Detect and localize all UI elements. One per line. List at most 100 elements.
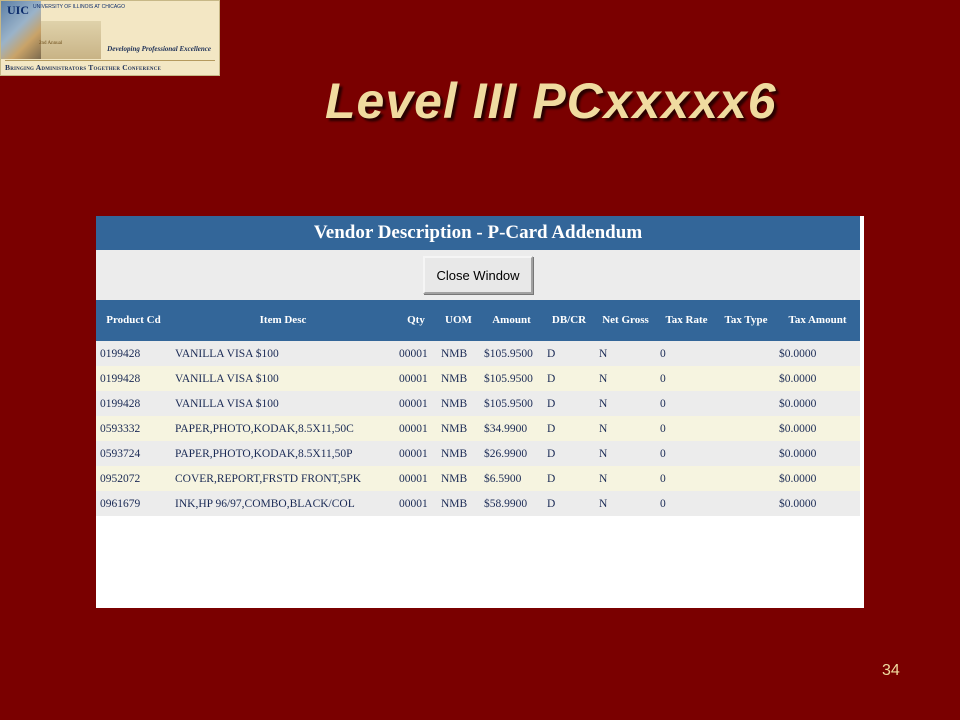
column-header: Tax Amount xyxy=(775,300,860,341)
table-cell: 0593332 xyxy=(100,422,141,435)
table-cell: 0 xyxy=(660,422,666,435)
table-cell: 0199428 xyxy=(100,397,141,410)
table-cell: $0.0000 xyxy=(779,472,817,485)
table-row: 0961679 INK,HP 96/97,COMBO,BLACK/COL 00001… xyxy=(96,491,860,516)
page-number: 34 xyxy=(882,662,900,679)
table-cell: N xyxy=(599,397,608,410)
logo-photo-overlay xyxy=(41,21,101,59)
table-cell: $105.9500 xyxy=(484,372,533,385)
table-cell: 00001 xyxy=(399,497,428,510)
column-header: Item Desc xyxy=(171,300,395,341)
table-cell: 0961679 xyxy=(100,497,141,510)
table-cell: $58.9900 xyxy=(484,497,528,510)
table-row: 0593332 PAPER,PHOTO,KODAK,8.5X11,50C 00001… xyxy=(96,416,860,441)
window-title: Vendor Description - P-Card Addendum xyxy=(96,216,860,250)
table-cell: 00001 xyxy=(399,472,428,485)
table-cell: N xyxy=(599,472,608,485)
table-cell: $6.5900 xyxy=(484,472,522,485)
table-cell: $105.9500 xyxy=(484,397,533,410)
table-cell xyxy=(717,491,775,516)
table-cell: 0 xyxy=(660,397,666,410)
table-cell: NMB xyxy=(441,422,468,435)
table-cell: D xyxy=(547,472,556,485)
table-cell: NMB xyxy=(441,497,468,510)
table-cell: $26.9900 xyxy=(484,447,528,460)
table-cell xyxy=(717,366,775,391)
table-row: 0199428 VANILLA VISA $100 00001 NMB $105.950… xyxy=(96,341,860,366)
slide-title: Level III PCxxxxx6 xyxy=(325,73,777,129)
table-cell: NMB xyxy=(441,447,468,460)
table-cell: NMB xyxy=(441,347,468,360)
table-cell: NMB xyxy=(441,372,468,385)
table-header-row: Product Cd Item Desc Qty UOM Amount DB/CR Net … xyxy=(96,300,860,341)
table-cell: D xyxy=(547,347,556,360)
table-cell: 00001 xyxy=(399,347,428,360)
table-header: Product Cd Item Desc Qty UOM Amount DB/CR Net … xyxy=(96,300,860,341)
table-cell xyxy=(717,441,775,466)
button-bar: Close Window xyxy=(96,250,860,300)
table-row: 0199428 VANILLA VISA $100 00001 NMB $105.950… xyxy=(96,391,860,416)
table-cell: N xyxy=(599,422,608,435)
table-cell: 00001 xyxy=(399,372,428,385)
logo-uic-text: UIC xyxy=(7,3,30,17)
table-cell: VANILLA VISA $100 xyxy=(175,397,279,410)
column-header: Qty xyxy=(395,300,437,341)
table-cell xyxy=(717,341,775,366)
table-cell: 0199428 xyxy=(100,372,141,385)
table-cell: 0199428 xyxy=(100,347,141,360)
table-cell: NMB xyxy=(441,397,468,410)
table-cell: N xyxy=(599,497,608,510)
addendum-table: Product Cd Item Desc Qty UOM Amount DB/CR Net … xyxy=(96,300,860,516)
conference-logo: UIC UNIVERSITY OF ILLINOIS AT CHICAGO 2n… xyxy=(0,0,220,76)
table-cell: D xyxy=(547,372,556,385)
table-cell xyxy=(717,466,775,491)
table-cell: N xyxy=(599,447,608,460)
table-cell: 0 xyxy=(660,497,666,510)
table-row: 0199428 VANILLA VISA $100 00001 NMB $105.950… xyxy=(96,366,860,391)
table-cell: VANILLA VISA $100 xyxy=(175,347,279,360)
table-cell: $0.0000 xyxy=(779,447,817,460)
logo-conference-name: Bringing Administrators Together Confere… xyxy=(5,60,215,72)
table-cell: N xyxy=(599,347,608,360)
table-cell xyxy=(717,391,775,416)
table-cell xyxy=(717,416,775,441)
table-cell: D xyxy=(547,422,556,435)
table-cell: 0 xyxy=(660,372,666,385)
table-cell: VANILLA VISA $100 xyxy=(175,372,279,385)
table-cell: D xyxy=(547,397,556,410)
table-cell: $0.0000 xyxy=(779,372,817,385)
table-cell: 0 xyxy=(660,347,666,360)
table-cell: PAPER,PHOTO,KODAK,8.5X11,50P xyxy=(175,447,353,460)
column-header: Amount xyxy=(480,300,543,341)
vendor-description-window: Vendor Description - P-Card Addendum Clo… xyxy=(96,216,864,608)
table-cell: PAPER,PHOTO,KODAK,8.5X11,50C xyxy=(175,422,354,435)
table-cell: 0593724 xyxy=(100,447,141,460)
column-header: DB/CR xyxy=(543,300,595,341)
table-cell: $0.0000 xyxy=(779,347,817,360)
column-header: Tax Rate xyxy=(656,300,717,341)
table-cell: NMB xyxy=(441,472,468,485)
table-cell: D xyxy=(547,497,556,510)
logo-tagline: Developing Professional Excellence xyxy=(107,45,211,53)
table-cell: $0.0000 xyxy=(779,497,817,510)
table-cell: $34.9900 xyxy=(484,422,528,435)
table-cell: INK,HP 96/97,COMBO,BLACK/COL xyxy=(175,497,355,510)
column-header: Tax Type xyxy=(717,300,775,341)
table-cell: $105.9500 xyxy=(484,347,533,360)
column-header: Product Cd xyxy=(96,300,171,341)
table-cell: 00001 xyxy=(399,397,428,410)
table-row: 0593724 PAPER,PHOTO,KODAK,8.5X11,50P 00001… xyxy=(96,441,860,466)
table-cell: 0 xyxy=(660,472,666,485)
table-cell: N xyxy=(599,372,608,385)
table-body: 0199428 VANILLA VISA $100 00001 NMB $105.950… xyxy=(96,341,860,516)
table-cell: 0952072 xyxy=(100,472,141,485)
column-header: UOM xyxy=(437,300,480,341)
close-window-button[interactable]: Close Window xyxy=(423,256,533,294)
table-cell: 0 xyxy=(660,447,666,460)
table-cell: 00001 xyxy=(399,447,428,460)
column-header: Net Gross xyxy=(595,300,656,341)
table-cell: $0.0000 xyxy=(779,397,817,410)
table-cell: D xyxy=(547,447,556,460)
table-cell: COVER,REPORT,FRSTD FRONT,5PK xyxy=(175,472,362,485)
logo-annual-text: 2nd Annual xyxy=(39,41,63,46)
